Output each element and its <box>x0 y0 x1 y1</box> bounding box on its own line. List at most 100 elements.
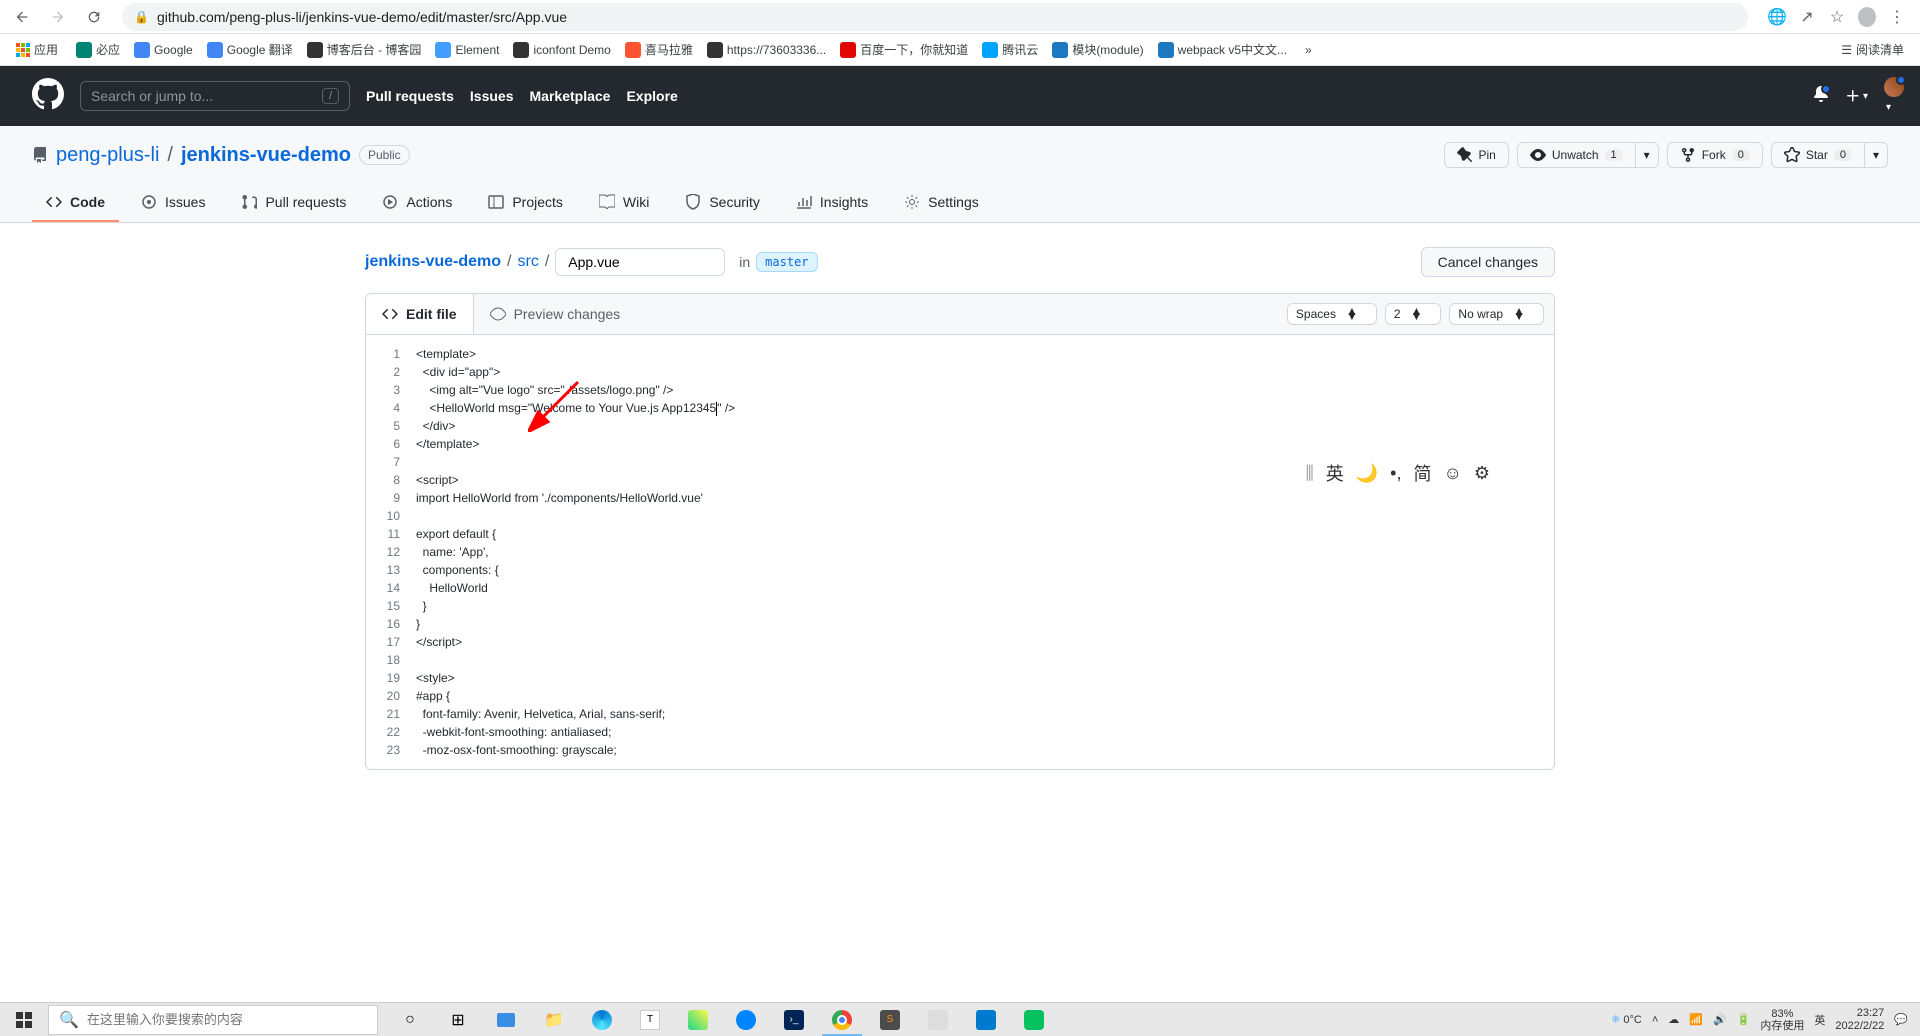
taskbar-lang[interactable]: 英 <box>1814 1012 1825 1028</box>
ime-moon-icon[interactable]: 🌙 <box>1356 463 1378 484</box>
task-sublime[interactable]: S <box>866 1003 914 1036</box>
nav-explore[interactable]: Explore <box>626 88 677 104</box>
ime-settings-icon[interactable]: ⚙ <box>1474 463 1490 484</box>
task-files[interactable]: 📁 <box>530 1003 578 1036</box>
reload-button[interactable] <box>80 3 108 31</box>
ime-punct[interactable]: •, <box>1390 463 1401 484</box>
repo-tab-insights[interactable]: Insights <box>782 184 882 222</box>
repo-name-link[interactable]: jenkins-vue-demo <box>181 144 351 167</box>
wrap-select[interactable]: No wrap▲▼ <box>1449 303 1544 325</box>
tray-up-icon[interactable]: ˄ <box>1652 1014 1658 1026</box>
cancel-button[interactable]: Cancel changes <box>1421 247 1555 277</box>
taskbar-clock[interactable]: 23:27 2022/2/22 <box>1835 1007 1884 1033</box>
translate-icon[interactable]: 🌐 <box>1768 8 1786 26</box>
forward-button[interactable] <box>44 3 72 31</box>
task-todesk[interactable] <box>722 1003 770 1036</box>
nav-issues[interactable]: Issues <box>470 88 514 104</box>
action-center-icon[interactable]: 💬 <box>1894 1013 1908 1026</box>
task-view[interactable]: ⊞ <box>434 1003 482 1036</box>
repo-tab-projects[interactable]: Projects <box>474 184 577 222</box>
tray-battery-icon[interactable]: 🔋 <box>1737 1013 1751 1026</box>
breadcrumb-repo[interactable]: jenkins-vue-demo <box>365 253 501 271</box>
tray-volume-icon[interactable]: 🔊 <box>1713 1013 1727 1026</box>
repo-tab-settings[interactable]: Settings <box>890 184 993 222</box>
task-wechat[interactable] <box>1010 1003 1058 1036</box>
bookmark-overflow[interactable]: » <box>1299 39 1318 61</box>
task-desktop[interactable] <box>482 1003 530 1036</box>
repo-tab-actions[interactable]: Actions <box>368 184 466 222</box>
task-app1[interactable] <box>914 1003 962 1036</box>
repo-owner-link[interactable]: peng-plus-li <box>56 144 159 167</box>
user-menu[interactable]: ▾ <box>1884 77 1904 115</box>
ime-simplified[interactable]: 简 <box>1413 460 1431 486</box>
tray-icon-1[interactable]: ☁ <box>1668 1013 1679 1026</box>
breadcrumb-src[interactable]: src <box>517 253 538 271</box>
code-line: 12 name: 'App', <box>366 543 1554 561</box>
bookmark-item[interactable]: iconfont Demo <box>507 37 616 62</box>
repo-tab-code[interactable]: Code <box>32 184 119 222</box>
task-powershell[interactable]: ›_ <box>770 1003 818 1036</box>
bookmark-item[interactable]: 必应 <box>70 37 126 62</box>
star-icon[interactable]: ☆ <box>1828 8 1846 26</box>
pin-button[interactable]: Pin <box>1444 142 1509 168</box>
nav-pull-requests[interactable]: Pull requests <box>366 88 454 104</box>
watch-button[interactable]: Unwatch 1 <box>1517 142 1636 168</box>
bookmark-item[interactable]: 腾讯云 <box>976 37 1044 62</box>
bookmark-item[interactable]: 博客后台 - 博客园 <box>301 37 428 62</box>
ime-lang[interactable]: 英 <box>1326 460 1344 486</box>
task-chrome[interactable] <box>818 1003 866 1036</box>
tab-preview[interactable]: Preview changes <box>474 294 638 334</box>
ime-drag-icon[interactable]: ⫼ <box>1305 463 1313 484</box>
watch-dropdown[interactable]: ▾ <box>1636 142 1659 168</box>
bookmark-item[interactable]: Google <box>128 37 199 62</box>
task-pycharm[interactable] <box>674 1003 722 1036</box>
url-input[interactable] <box>157 9 1736 25</box>
search-icon: 🔍 <box>59 1010 79 1030</box>
github-search[interactable]: Search or jump to... / <box>80 81 350 111</box>
create-new-button[interactable]: ▾ <box>1845 88 1868 104</box>
code-editor[interactable]: 1<template>2 <div id="app">3 <img alt="V… <box>366 335 1554 769</box>
bookmark-item[interactable]: https://73603336... <box>701 37 832 62</box>
memory-widget[interactable]: 83%内存使用 <box>1760 1008 1804 1032</box>
task-text[interactable]: T <box>626 1003 674 1036</box>
task-edge[interactable] <box>578 1003 626 1036</box>
bookmark-item[interactable]: webpack v5中文文... <box>1152 37 1293 62</box>
bookmark-item[interactable]: 喜马拉雅 <box>619 37 699 62</box>
indent-select[interactable]: Spaces▲▼ <box>1287 303 1377 325</box>
bookmark-item[interactable]: Element <box>429 37 505 62</box>
branch-badge[interactable]: master <box>756 252 817 272</box>
nav-marketplace[interactable]: Marketplace <box>530 88 611 104</box>
apps-button[interactable]: 应用 <box>10 37 64 62</box>
back-button[interactable] <box>8 3 36 31</box>
bookmark-icon <box>1158 42 1174 58</box>
address-bar[interactable]: 🔒 <box>122 3 1748 31</box>
star-button[interactable]: Star 0 <box>1771 142 1865 168</box>
taskbar-weather[interactable]: ❄ 0°C <box>1611 1013 1642 1026</box>
tab-edit-file[interactable]: Edit file <box>366 294 474 334</box>
bookmark-item[interactable]: 百度一下，你就知道 <box>834 37 974 62</box>
taskbar-search[interactable]: 🔍 <box>48 1005 378 1035</box>
bookmark-item[interactable]: Google 翻译 <box>201 37 299 62</box>
start-button[interactable] <box>0 1003 48 1036</box>
menu-icon[interactable]: ⋮ <box>1888 8 1906 26</box>
star-dropdown[interactable]: ▾ <box>1865 142 1888 168</box>
repo-tab-security[interactable]: Security <box>671 184 774 222</box>
ime-emoji-icon[interactable]: ☺ <box>1443 463 1461 484</box>
task-vscode[interactable] <box>962 1003 1010 1036</box>
filename-input[interactable] <box>555 248 725 276</box>
bookmark-item[interactable]: 模块(module) <box>1046 37 1149 62</box>
github-logo[interactable] <box>32 78 64 115</box>
repo-tab-issues[interactable]: Issues <box>127 184 219 222</box>
task-cortana[interactable]: ○ <box>386 1003 434 1036</box>
indent-size-select[interactable]: 2▲▼ <box>1385 303 1442 325</box>
reading-list-button[interactable]: ☰ 阅读清单 <box>1835 37 1910 62</box>
repo-tab-pull-requests[interactable]: Pull requests <box>227 184 360 222</box>
profile-icon[interactable] <box>1858 8 1876 26</box>
repo-tab-wiki[interactable]: Wiki <box>585 184 663 222</box>
notifications-button[interactable] <box>1813 86 1829 107</box>
share-icon[interactable]: ↗ <box>1798 8 1816 26</box>
tray-wifi-icon[interactable]: 📶 <box>1689 1013 1703 1026</box>
fork-button[interactable]: Fork 0 <box>1667 142 1763 168</box>
browser-toolbar: 🔒 🌐 ↗ ☆ ⋮ <box>0 0 1920 34</box>
taskbar-search-input[interactable] <box>87 1012 367 1027</box>
